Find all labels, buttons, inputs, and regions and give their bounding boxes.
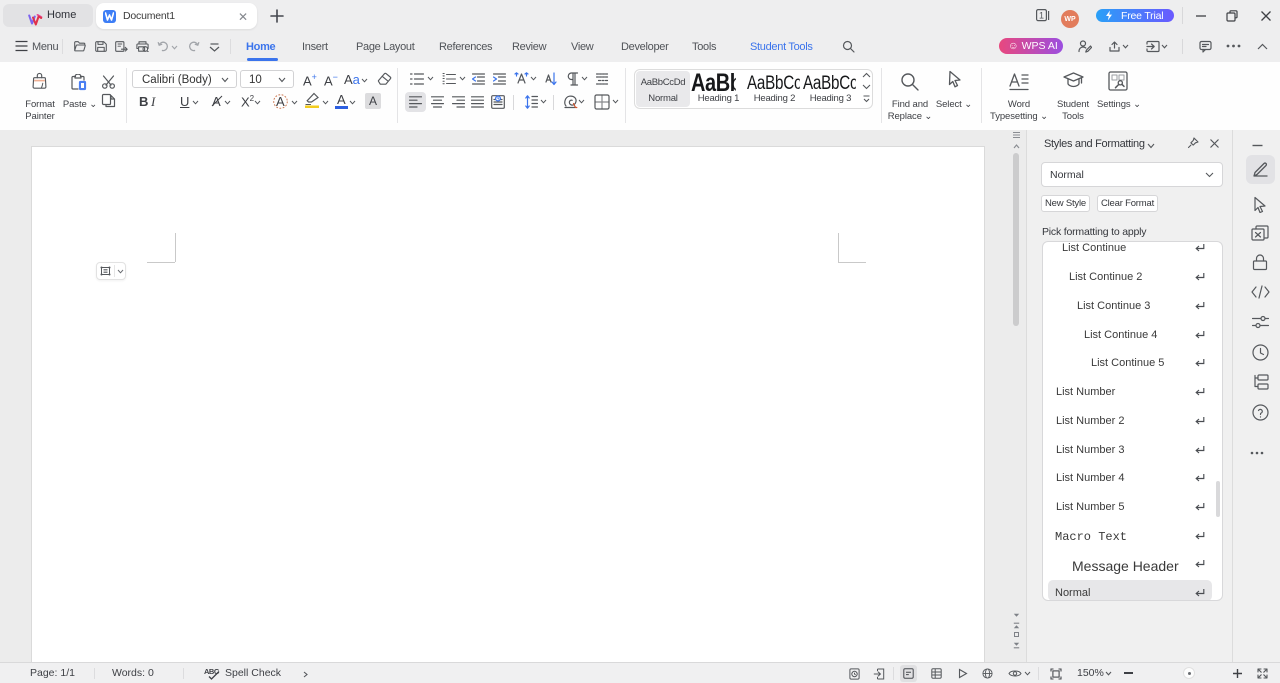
svg-text:1: 1 [1039, 11, 1044, 21]
svg-text:ABC: ABC [204, 667, 220, 676]
